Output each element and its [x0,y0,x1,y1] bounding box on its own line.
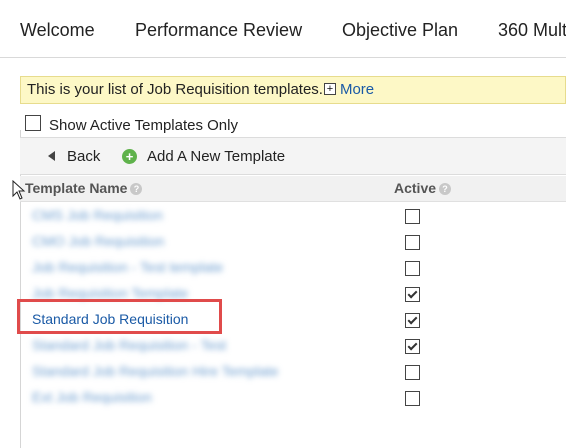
active-only-checkbox[interactable] [25,115,41,131]
template-name-link[interactable]: CMO Job Requisition [32,233,164,249]
column-template-name[interactable]: Template Name? [25,180,143,196]
template-name-link[interactable]: Ext Job Requisition [32,389,152,405]
tab-welcome[interactable]: Welcome [20,20,95,41]
info-banner: This is your list of Job Requisition tem… [20,76,566,104]
active-checkbox[interactable] [405,287,420,302]
tab-performance-review[interactable]: Performance Review [135,20,302,41]
active-checkbox[interactable] [405,209,420,224]
table-row: Job Requisition - Test template [20,255,566,281]
help-icon[interactable]: ? [439,183,452,195]
template-name-link[interactable]: Job Requisition - Test template [32,259,223,275]
table-header: Template Name? Active? [20,176,566,202]
table-row: Ext Job Requisition [20,385,566,411]
more-link[interactable]: More [340,81,374,98]
active-only-label[interactable]: Show Active Templates Only [49,117,238,134]
checkmark-icon [407,314,418,325]
checkmark-icon [407,340,418,351]
tab-objective-plan[interactable]: Objective Plan [342,20,458,41]
template-name-link[interactable]: Standard Job Requisition - Test [32,337,226,353]
info-message: This is your list of Job Requisition tem… [27,81,323,98]
active-checkbox[interactable] [405,391,420,406]
help-icon[interactable]: ? [130,183,143,195]
expand-icon[interactable]: + [323,83,336,95]
active-checkbox[interactable] [405,313,420,328]
table-row: CMS Job Requisition [20,203,566,229]
active-checkbox[interactable] [405,339,420,354]
table-row: Standard Job Requisition - Test [20,333,566,359]
active-checkbox[interactable] [405,235,420,250]
tab-360-multirater[interactable]: 360 Mult [498,20,566,41]
back-arrow-icon [48,151,55,161]
add-new-template-label: Add A New Template [147,148,286,165]
table-row: Standard Job Requisition Hire Template [20,359,566,385]
active-checkbox[interactable] [405,261,420,276]
template-name-link[interactable]: Standard Job Requisition Hire Template [32,363,278,379]
template-toolbar: Back + Add A New Template [20,137,566,175]
column-active[interactable]: Active? [394,180,452,196]
top-navigation: Welcome Performance Review Objective Pla… [0,0,566,58]
active-checkbox[interactable] [405,365,420,380]
mouse-cursor-icon [12,180,26,200]
table-row: CMO Job Requisition [20,229,566,255]
checkmark-icon [407,288,418,299]
add-circle-icon: + [122,149,137,164]
highlight-box [17,299,222,334]
template-name-link[interactable]: CMS Job Requisition [32,207,163,223]
back-label: Back [67,148,101,165]
